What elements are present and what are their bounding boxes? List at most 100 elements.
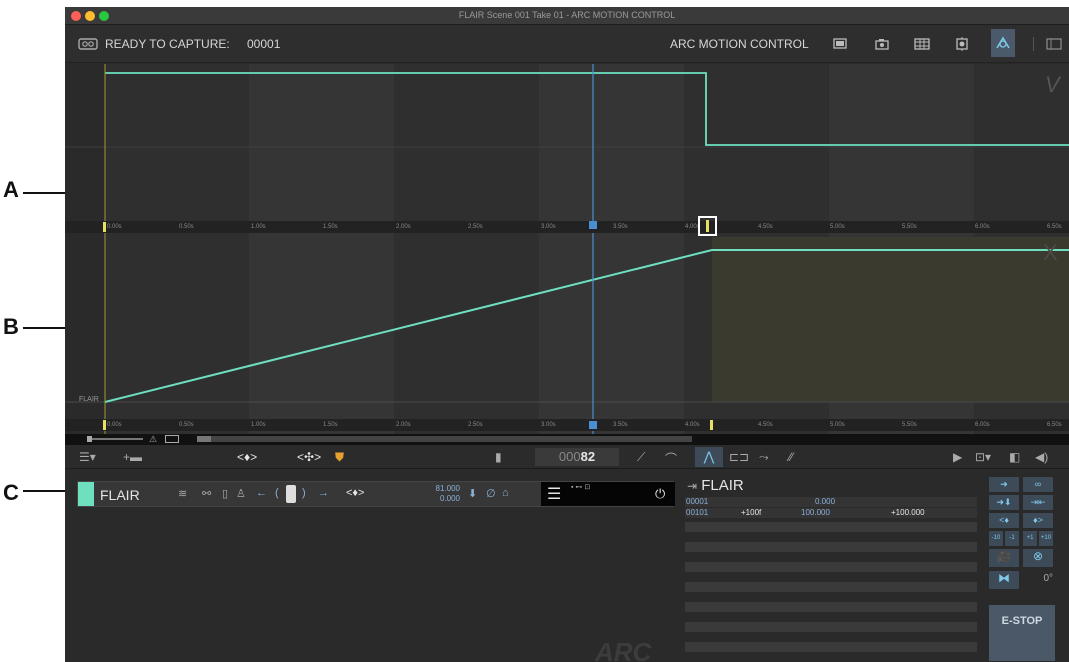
ruler-label: 0.00s [107, 224, 122, 230]
info-row-value: 100.000 [801, 508, 830, 517]
camera-icon[interactable] [871, 34, 893, 54]
keyframe-forward-button[interactable]: ♦> [1023, 513, 1053, 528]
start-keyframe-marker[interactable] [103, 420, 106, 430]
horizontal-scrollbar-thumb[interactable] [197, 436, 211, 442]
frame-step-minus1-button[interactable]: -1 [1005, 531, 1019, 546]
channel-menu-icon[interactable]: ☰ [547, 484, 561, 504]
frame-step-minus10-button[interactable]: -10 [989, 531, 1003, 546]
jog-slider[interactable] [286, 485, 296, 503]
split-button[interactable]: ⇥⇤ [1023, 495, 1053, 510]
ruler-label: 4.50s [758, 422, 773, 428]
target-select-icon[interactable]: ⊡▾ [975, 450, 991, 464]
warning-icon: ⚠ [149, 434, 158, 444]
info-row-empty[interactable] [685, 562, 977, 572]
ease-in-icon[interactable]: ⟋ [637, 450, 645, 465]
channel-row-flair[interactable]: FLAIR ≋ ⚯ ▯ ♙ ← ( ) → <♦> 81.000 0.000 ⬇ … [77, 481, 675, 507]
play-icon[interactable]: ▶ [953, 450, 962, 464]
end-keyframe-marker[interactable] [698, 216, 717, 236]
ruler-label: 6.00s [975, 422, 990, 428]
linear-curve-button[interactable]: ⋀ [695, 447, 723, 467]
start-keyframe-marker[interactable] [103, 222, 106, 232]
keyframe-prev-next-button[interactable]: <♦ [989, 513, 1019, 528]
curve-preview-icon[interactable]: ≋ [178, 487, 187, 500]
info-row-empty[interactable] [685, 582, 977, 592]
zoom-slider-knob[interactable] [87, 436, 92, 442]
channel-control-box: ☰ ▪ ⊷ ⊡ ⏻ [541, 482, 675, 506]
home-icon[interactable]: ⌂ [502, 487, 509, 499]
timeline-ruler-top[interactable]: 0.00s 0.50s 1.00s 1.50s 2.00s 2.50s 3.00… [65, 216, 1069, 236]
ruler-label: 3.50s [613, 422, 628, 428]
frame-step-plus1-button[interactable]: +1 [1023, 531, 1037, 546]
rotation-readout: 0° [1043, 573, 1053, 584]
estop-button[interactable]: E-STOP [989, 605, 1055, 661]
info-row-empty[interactable] [685, 522, 977, 532]
info-row-empty[interactable] [685, 602, 977, 612]
graph-area[interactable]: V X FLAIR 0.00s 0.50s 1.00s 1.50s 2.00s … [65, 64, 1069, 434]
velocity-marker: V [1045, 72, 1060, 97]
playhead-handle[interactable] [589, 221, 597, 229]
end-keyframe-marker[interactable] [710, 420, 713, 430]
nudge-left-button[interactable]: ( [275, 487, 279, 499]
callout-letter-a: A [3, 177, 19, 202]
keyframe-nav-icon[interactable]: <♦> [237, 450, 257, 464]
panel-icon[interactable] [1043, 34, 1065, 54]
bezier-curve-icon[interactable]: ⤳ [759, 450, 769, 465]
trash-icon[interactable]: ▮ [495, 450, 502, 464]
fit-icon[interactable] [165, 435, 179, 443]
smooth-icon[interactable]: ⁄⁄ [789, 450, 793, 464]
ruler-label: 3.50s [613, 224, 628, 230]
speaker-icon[interactable]: ◀) [1035, 450, 1048, 464]
movie-camera-button[interactable]: 🎥 [989, 549, 1019, 567]
info-title-text: FLAIR [701, 477, 744, 494]
current-frame-display[interactable]: 00082 [535, 448, 619, 466]
marker-icon[interactable]: ⬇ [468, 487, 477, 500]
info-row[interactable]: 00001 0.000 [685, 497, 977, 507]
arc-icon[interactable] [991, 29, 1015, 57]
loop-button[interactable]: ∞ [1023, 477, 1053, 492]
rotate-link-button[interactable]: ⧓ [989, 571, 1019, 589]
ruler-label: 0.00s [107, 422, 122, 428]
keyframe-nav-icon[interactable]: <♦> [346, 487, 364, 499]
target-icon[interactable] [951, 34, 973, 54]
move-keyframe-icon[interactable]: <✣> [297, 450, 321, 464]
timeline-ruler-bottom[interactable]: 0.00s 0.50s 1.00s 1.50s 2.00s 2.50s 3.00… [65, 419, 1069, 431]
info-row[interactable]: 00101 +100f 100.000 +100.000 [685, 508, 977, 518]
ruler-label: 0.50s [179, 422, 194, 428]
info-row-empty[interactable] [685, 542, 977, 552]
nudge-right-button[interactable]: ) [302, 487, 306, 499]
mode-label: ARC MOTION CONTROL [670, 37, 809, 51]
null-icon[interactable]: ∅ [486, 487, 496, 500]
playhead-handle[interactable] [589, 421, 597, 429]
step-curve-icon[interactable]: ⊏⊐ [729, 450, 749, 464]
person-icon[interactable]: ♙ [236, 487, 246, 500]
info-row-empty[interactable] [685, 642, 977, 652]
camera-loop-icon[interactable] [77, 34, 99, 54]
step-back-button[interactable]: ← [256, 487, 267, 499]
frame-step-plus10-button[interactable]: +10 [1039, 531, 1053, 546]
monitor-icon[interactable] [829, 34, 851, 54]
arrow-right-button[interactable]: ➜ [989, 477, 1019, 492]
ruler-label: 2.50s [468, 422, 483, 428]
callout-letter-c: C [3, 480, 19, 505]
link-icon[interactable]: ⚯ [202, 487, 211, 500]
frame-prefix: 000 [558, 449, 581, 464]
add-keyframe-button[interactable]: +▬ [123, 450, 142, 464]
step-forward-button[interactable]: → [318, 487, 329, 499]
horizontal-scrollbar[interactable] [197, 436, 692, 442]
channel-info-panel: ⇥ FLAIR 00001 0.000 00101 +100f 100.000 … [685, 477, 977, 662]
menu-icon[interactable]: ☰▾ [79, 450, 96, 464]
ruler-label: 1.50s [323, 422, 338, 428]
go-to-marker-button[interactable]: ➜⬇ [989, 495, 1019, 510]
lock-icon[interactable]: ⛊ [335, 450, 344, 465]
film-icon[interactable] [911, 34, 933, 54]
ease-curve-icon[interactable]: ⌒ [665, 450, 677, 467]
layout-icon[interactable]: ◧ [1009, 450, 1020, 464]
ruler-label: 2.50s [468, 224, 483, 230]
power-icon[interactable]: ⏻ [655, 486, 665, 502]
graph-canvas[interactable] [65, 64, 1069, 434]
target-button[interactable]: ⊗ [1023, 549, 1053, 567]
zoom-slider[interactable] [87, 438, 143, 440]
lock-icon[interactable]: ▪ ⊷ ⊡ [571, 483, 590, 491]
info-row-empty[interactable] [685, 622, 977, 632]
ruler-label: 5.00s [830, 422, 845, 428]
